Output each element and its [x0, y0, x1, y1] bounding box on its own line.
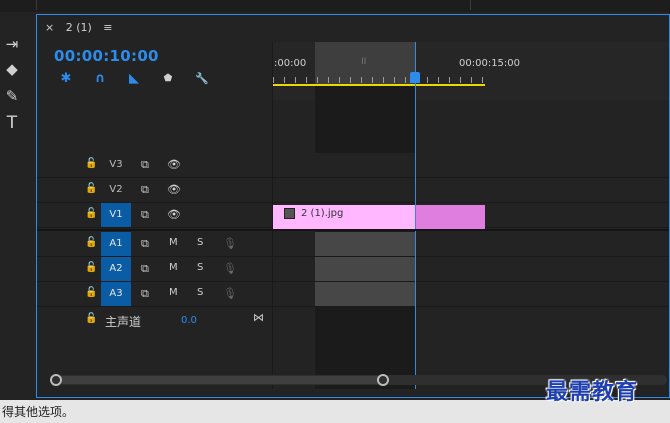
scroll-right-handle[interactable] — [377, 374, 389, 386]
toggle-sync-icon[interactable]: ⧉ — [141, 262, 149, 276]
razor-tool-icon[interactable]: ◆ — [2, 59, 22, 79]
mute-button[interactable]: M — [169, 237, 178, 248]
master-volume-value[interactable]: 0.0 — [181, 315, 197, 326]
timeline-settings-icon[interactable]: 🔧 — [193, 70, 211, 88]
go-to-in-out-icon[interactable]: ⋈ — [253, 311, 264, 324]
add-marker-icon[interactable]: ⬟ — [159, 70, 177, 88]
toggle-sync-icon[interactable]: ⧉ — [141, 183, 149, 197]
track-header-a1: 🔓 A1 ⧉ M S 🎙 — [37, 232, 273, 257]
track-label[interactable]: V2 — [101, 178, 131, 202]
video-audio-divider — [37, 229, 669, 231]
lock-icon[interactable]: 🔓 — [85, 262, 97, 273]
solo-button[interactable]: S — [197, 237, 203, 248]
lock-icon[interactable]: 🔓 — [85, 237, 97, 248]
lock-icon[interactable]: 🔓 — [85, 183, 97, 194]
track-header-v3: 🔓 V3 ⧉ 👁 — [37, 153, 273, 178]
track-label-target[interactable]: V1 — [101, 203, 131, 227]
track-select-tool-icon[interactable]: ⇥ — [2, 34, 22, 54]
eye-icon[interactable]: 👁 — [167, 208, 181, 221]
tools-panel: ⇥ ◆ ✎ T — [0, 12, 36, 398]
track-label-target[interactable]: A1 — [101, 232, 131, 256]
track-header-v1: 🔓 V1 ⧉ 👁 — [37, 203, 273, 228]
timeline-panel: × 2 (1) ≡ 00:00:10:00 ✱ ∩ ◣ ⬟ 🔧 II :00:0… — [36, 14, 670, 398]
panel-menu-icon[interactable]: ≡ — [103, 21, 112, 34]
mute-button[interactable]: M — [169, 287, 178, 298]
track-header-v2: 🔓 V2 ⧉ 👁 — [37, 178, 273, 203]
track-label-target[interactable]: A3 — [101, 282, 131, 306]
top-bar — [0, 0, 670, 12]
sequence-tab[interactable]: × 2 (1) ≡ — [45, 21, 113, 37]
track-label[interactable]: V3 — [101, 153, 131, 177]
track-label-target[interactable]: A2 — [101, 257, 131, 281]
playhead-timecode[interactable]: 00:00:10:00 — [54, 47, 159, 65]
playhead-handle[interactable] — [410, 72, 420, 83]
master-lock-icon[interactable]: 🔓 — [85, 313, 97, 324]
lock-icon[interactable]: 🔓 — [85, 287, 97, 298]
solo-button[interactable]: S — [197, 287, 203, 298]
work-area-a3 — [315, 282, 415, 306]
scrollbar-thumb[interactable] — [52, 376, 382, 384]
mute-button[interactable]: M — [169, 262, 178, 273]
microphone-icon[interactable]: 🎙 — [223, 237, 237, 250]
track-area-v2[interactable] — [273, 178, 669, 203]
lock-icon[interactable]: 🔓 — [85, 208, 97, 219]
ruler-mark-label: 00:00:15:00 — [459, 58, 521, 69]
master-track-label: 主声道 — [105, 315, 142, 329]
scroll-left-handle[interactable] — [50, 374, 62, 386]
pen-tool-icon[interactable]: ✎ — [2, 86, 22, 106]
eye-icon[interactable]: 👁 — [167, 183, 181, 196]
render-status-bar — [273, 84, 485, 86]
toggle-sync-icon[interactable]: ⧉ — [141, 158, 149, 172]
track-header-a2: 🔓 A2 ⧉ M S 🎙 — [37, 257, 273, 282]
snap-icon[interactable]: ∩ — [91, 70, 109, 88]
work-area-a2 — [315, 257, 415, 281]
microphone-icon[interactable]: 🎙 — [223, 287, 237, 300]
eye-icon[interactable]: 👁 — [167, 158, 181, 171]
work-area-a1 — [315, 232, 415, 256]
microphone-icon[interactable]: 🎙 — [223, 262, 237, 275]
solo-button[interactable]: S — [197, 262, 203, 273]
sequence-tab-title: 2 (1) — [65, 21, 92, 34]
track-header-a3: 🔓 A3 ⧉ M S 🎙 — [37, 282, 273, 307]
toggle-sync-icon[interactable]: ⧉ — [141, 237, 149, 251]
close-tab-icon[interactable]: × — [45, 21, 54, 34]
status-text: 得其他选项。 — [2, 405, 75, 419]
toggle-sync-icon[interactable]: ⧉ — [141, 287, 149, 301]
ruler-ticks — [273, 77, 485, 83]
nest-sequence-icon[interactable]: ✱ — [57, 70, 75, 88]
work-area-grip[interactable]: II — [361, 57, 366, 67]
toggle-sync-icon[interactable]: ⧉ — [141, 208, 149, 222]
type-tool-icon[interactable]: T — [2, 113, 22, 133]
watermark-logo: 最需教育 — [546, 379, 639, 405]
ruler-start-label: :00:00 — [274, 58, 307, 69]
clip-image-icon — [284, 208, 295, 219]
clip-name: 2 (1).jpg — [301, 208, 344, 219]
track-area-v3[interactable] — [273, 153, 669, 178]
playhead-line[interactable] — [415, 42, 416, 389]
lock-icon[interactable]: 🔓 — [85, 158, 97, 169]
linked-selection-icon[interactable]: ◣ — [125, 70, 143, 88]
